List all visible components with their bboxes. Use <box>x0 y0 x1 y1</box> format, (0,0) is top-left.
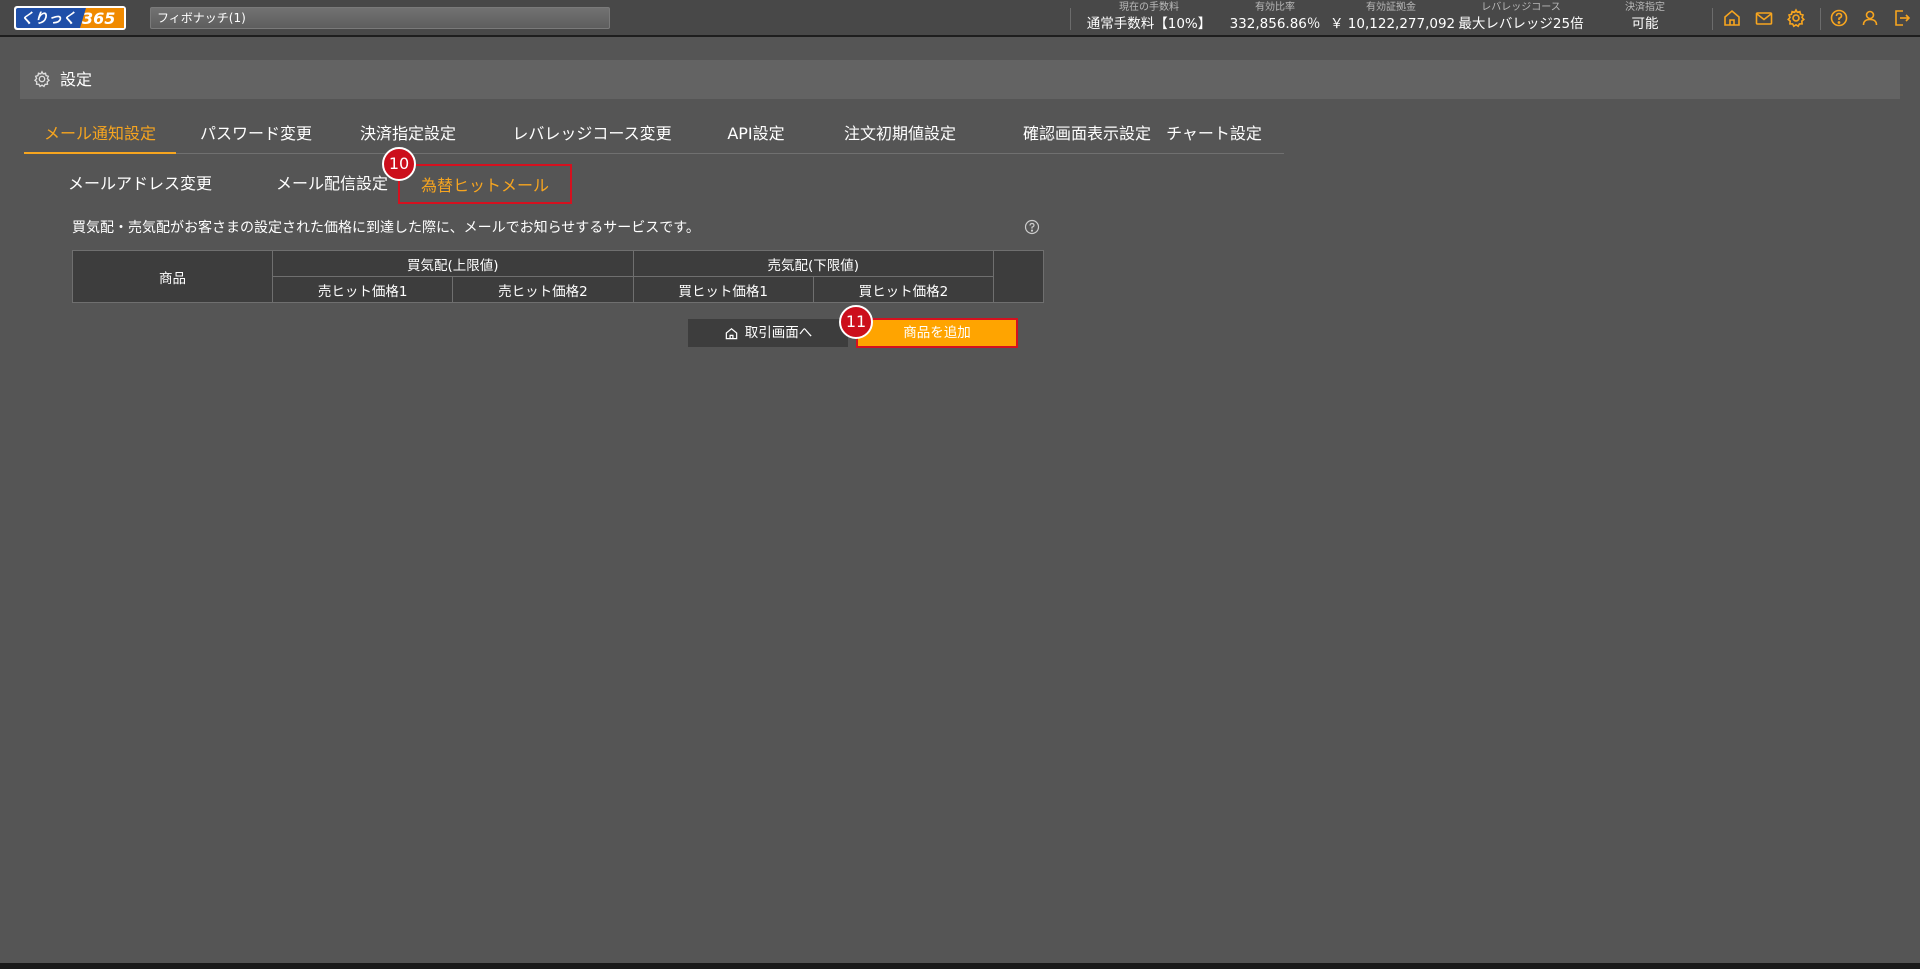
table-header-row: 商品 買気配(上限値) 売気配(下限値) <box>72 250 1044 303</box>
column-actions <box>993 250 1044 303</box>
step-badge: 11 <box>839 305 873 339</box>
stat-value: 可能 <box>1631 16 1659 32</box>
tab-chart[interactable]: チャート設定 <box>1154 118 1274 154</box>
button-label: 取引画面へ <box>744 325 813 341</box>
tab-leverage-course[interactable]: レバレッジコース変更 <box>502 118 682 154</box>
column-group-sell-quote: 売気配(下限値) <box>632 250 994 277</box>
stat-settlement: 決済指定 可能 <box>1614 1 1676 34</box>
stat-value: ￥ 10,122,277,092 <box>1330 16 1456 32</box>
stat-label: レバレッジコース <box>1481 2 1561 13</box>
divider <box>1070 8 1071 30</box>
home-icon <box>725 327 738 339</box>
account-selector[interactable]: フィボナッチ(1) <box>150 7 610 29</box>
divider <box>1712 8 1713 30</box>
settings-header: 設定 <box>20 60 1900 99</box>
add-product-button[interactable]: 商品を追加 <box>856 318 1018 348</box>
go-to-trading-button[interactable]: 取引画面へ <box>688 319 848 347</box>
subtab-mail-address[interactable]: メールアドレス変更 <box>52 164 228 204</box>
column-sell-hit-2: 売ヒット価格2 <box>452 276 634 303</box>
home-icon[interactable] <box>1722 8 1742 28</box>
stat-effective-ratio: 有効比率 332,856.86％ <box>1228 1 1322 34</box>
stat-value: 通常手数料【10%】 <box>1086 16 1212 32</box>
stat-leverage-course: レバレッジコース 最大レバレッジ25倍 <box>1456 1 1586 34</box>
click365-logo[interactable]: くりっく 365 <box>14 6 126 30</box>
column-buy-hit-2: 買ヒット価格2 <box>812 276 995 303</box>
stat-label: 有効証拠金 <box>1366 2 1416 13</box>
top-bar: くりっく 365 フィボナッチ(1) 現在の手数料 通常手数料【10%】 有効比… <box>0 0 1920 37</box>
stat-label: 決済指定 <box>1625 2 1665 13</box>
stat-label: 現在の手数料 <box>1119 2 1179 13</box>
user-icon[interactable] <box>1860 8 1880 28</box>
bottom-bar <box>0 963 1920 969</box>
logout-icon[interactable] <box>1892 8 1912 28</box>
help-icon[interactable] <box>1829 8 1849 28</box>
service-description: 買気配・売気配がお客さまの設定された価格に到達した際に、メールでお知らせするサー… <box>72 220 700 236</box>
mail-icon[interactable] <box>1754 8 1774 28</box>
svg-text:365: 365 <box>82 9 115 28</box>
step-badge: 10 <box>382 147 416 181</box>
stat-value: 332,856.86％ <box>1229 16 1321 32</box>
settings-tabs: メール通知設定 パスワード変更 決済指定設定 レバレッジコース変更 API設定 … <box>24 118 1284 154</box>
column-product: 商品 <box>72 250 273 303</box>
page-title: 設定 <box>60 70 93 89</box>
tab-api[interactable]: API設定 <box>710 118 802 154</box>
mail-subtabs: メールアドレス変更 メール配信設定 為替ヒットメール <box>52 164 572 204</box>
hit-price-table: 商品 買気配(上限値) 売気配(下限値) 売ヒット価格1 売ヒット価格2 買ヒッ… <box>72 250 1044 303</box>
column-group-buy-quote: 買気配(上限値) <box>272 250 634 277</box>
stat-effective-margin: 有効証拠金 ￥ 10,122,277,092 <box>1330 1 1456 34</box>
gear-icon[interactable] <box>1786 8 1806 28</box>
column-buy-hit-1: 買ヒット価格1 <box>632 276 814 303</box>
tab-confirm-display[interactable]: 確認画面表示設定 <box>994 118 1180 154</box>
divider <box>1820 8 1821 30</box>
tab-mail-notification[interactable]: メール通知設定 <box>24 118 176 154</box>
stat-value: 最大レバレッジ25倍 <box>1458 16 1584 32</box>
stat-label: 有効比率 <box>1255 2 1295 13</box>
gear-icon <box>34 70 50 88</box>
svg-text:くりっく: くりっく <box>20 11 76 27</box>
help-icon[interactable] <box>1024 219 1040 235</box>
stat-commission: 現在の手数料 通常手数料【10%】 <box>1084 1 1214 34</box>
tab-password[interactable]: パスワード変更 <box>196 118 316 154</box>
subtab-fx-hit-mail[interactable]: 為替ヒットメール <box>398 164 572 204</box>
tab-order-defaults[interactable]: 注文初期値設定 <box>820 118 980 154</box>
column-sell-hit-1: 売ヒット価格1 <box>271 276 454 303</box>
